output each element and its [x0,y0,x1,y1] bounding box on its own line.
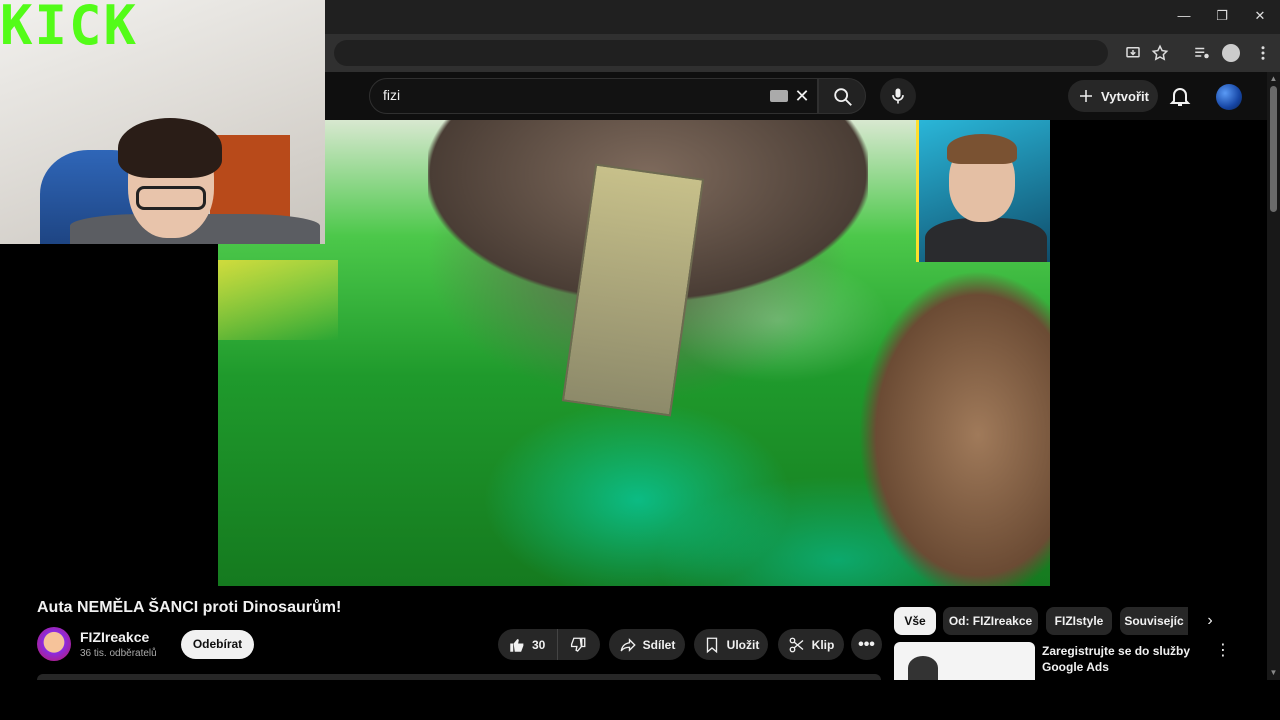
streamer-glasses [136,186,206,210]
share-arrow-icon [620,637,636,652]
notifications-bell-icon[interactable] [1168,84,1192,108]
like-button[interactable]: 30 [498,629,558,660]
chip-from-channel[interactable]: Od: FIZIreakce [943,607,1038,635]
video-light-ray [218,260,338,340]
ad-more-options-icon[interactable]: ⋮ [1214,643,1232,662]
clip-button[interactable]: Klip [778,629,844,660]
subscribe-button[interactable]: Odebírat [181,630,254,659]
chip-all[interactable]: Vše [894,607,936,635]
minimize-button[interactable]: — [1176,8,1192,24]
search-query-text: fizi [383,87,401,103]
channel-avatar[interactable] [37,627,71,661]
restore-button[interactable]: ❐ [1214,8,1230,24]
scroll-down-arrow-icon[interactable]: ▼ [1268,668,1279,678]
keyboard-icon[interactable] [770,90,788,102]
scroll-up-arrow-icon[interactable]: ▲ [1268,74,1279,84]
close-window-button[interactable]: ✕ [1252,8,1268,24]
microphone-icon [892,88,904,104]
thumbs-up-icon [510,638,524,652]
clear-search-icon[interactable]: ✕ [792,86,812,106]
video-title: Auta NEMĚLA ŠANCI proti Dinosaurům! [37,599,342,616]
create-button[interactable]: Vytvořit [1068,80,1158,112]
search-button[interactable] [818,78,866,114]
more-dots-icon: ••• [858,635,875,653]
reactor-hair [947,134,1017,164]
voice-search-button[interactable] [880,78,916,114]
ad-thumbnail-object [908,656,938,680]
media-controls-icon[interactable] [1193,44,1211,62]
save-label: Uložit [726,637,760,652]
screen-bottom-border [0,680,1280,720]
channel-name[interactable]: FIZIreakce [80,629,149,645]
profile-avatar-icon[interactable] [1222,44,1240,62]
clip-label: Klip [811,637,835,652]
kick-logo: KICK [0,0,139,57]
streamer-hair [118,118,222,178]
plus-icon [1080,90,1093,102]
address-field[interactable] [334,40,1108,66]
streamer-webcam-overlay: KICK [0,0,325,244]
reactor-webcam [916,120,1050,262]
thumbs-down-icon [570,637,586,652]
share-label: Sdílet [642,637,676,652]
scissors-icon [789,637,804,652]
bookmark-icon [706,637,717,653]
subscriber-count: 36 tis. odběratelů [80,648,157,659]
chevron-right-icon[interactable]: › [1200,612,1220,632]
more-actions-button[interactable]: ••• [851,629,882,660]
chip-related[interactable]: Souvisejíc [1120,607,1188,635]
search-input[interactable] [369,78,818,114]
save-button[interactable]: Uložit [694,629,768,660]
video-dinosaur-claw [858,270,1050,586]
scrollbar-thumb[interactable] [1270,86,1277,212]
ad-thumbnail[interactable] [894,642,1035,680]
like-count: 30 [532,637,546,652]
dislike-button[interactable] [558,629,598,660]
like-dislike-group: 30 [498,629,600,660]
bookmark-star-icon[interactable] [1151,44,1169,62]
browser-menu-icon[interactable] [1254,44,1272,62]
search-icon [834,88,852,106]
install-app-icon[interactable] [1124,44,1142,62]
ad-title[interactable]: Zaregistrujte se do služby Google Ads [1042,643,1202,675]
account-avatar[interactable] [1216,84,1242,110]
share-button[interactable]: Sdílet [609,629,685,660]
reactor-shirt [925,218,1047,262]
create-label: Vytvořit [1101,88,1149,104]
chip-fizistyle[interactable]: FIZIstyle [1046,607,1112,635]
